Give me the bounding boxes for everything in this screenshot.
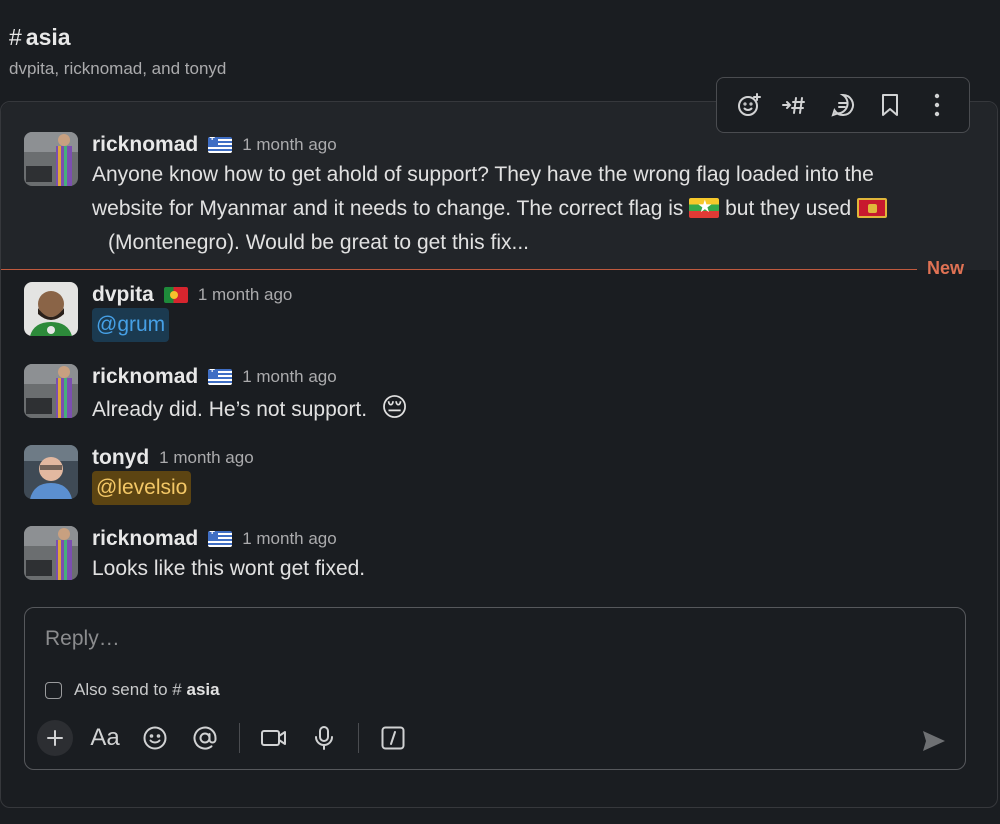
video-icon[interactable] — [252, 716, 296, 760]
also-send-label: Also send to — [74, 680, 168, 699]
more-actions-icon[interactable] — [919, 87, 955, 123]
also-send-option: Also send to # asia — [45, 680, 220, 700]
timestamp[interactable]: 1 month ago — [242, 135, 337, 155]
avatar[interactable] — [24, 526, 78, 580]
message-text: Already did. He’s not support. 😔 — [92, 392, 409, 422]
message-text: @levelsio — [92, 471, 254, 505]
message-text: Anyone know how to get ahold of support?… — [92, 158, 982, 260]
bookmark-icon[interactable] — [872, 87, 908, 123]
pensive-face-emoji: 😔 — [380, 392, 409, 422]
author-name[interactable]: ricknomad — [92, 133, 198, 157]
user-mention[interactable]: @levelsio — [92, 471, 192, 505]
emoji-icon[interactable] — [133, 716, 177, 760]
hash-icon: # — [172, 680, 182, 699]
greece-flag-icon — [208, 137, 233, 153]
montenegro-flag-icon — [857, 198, 888, 218]
message-text: @grum — [92, 308, 292, 342]
forward-to-channel-icon[interactable] — [778, 87, 814, 123]
avatar[interactable] — [24, 445, 78, 499]
also-send-checkbox[interactable] — [45, 681, 62, 699]
hash-icon: # — [9, 24, 22, 50]
reply-composer: Also send to # asia Aa — [24, 607, 966, 770]
user-mention[interactable]: @grum — [92, 308, 170, 342]
new-messages-divider — [1, 269, 917, 270]
message-item: tonyd 1 month ago @levelsio — [24, 445, 254, 505]
channel-header: # asia dvpita, ricknomad, and tonyd — [9, 24, 226, 79]
microphone-icon[interactable] — [302, 716, 346, 760]
format-text-icon[interactable]: Aa — [83, 716, 127, 760]
author-name[interactable]: ricknomad — [92, 527, 198, 551]
message-item: ricknomad 1 month ago Anyone know how to… — [24, 132, 982, 260]
greece-flag-icon — [208, 531, 233, 547]
author-name[interactable]: dvpita — [92, 283, 154, 307]
message-item: ricknomad 1 month ago Already did. He’s … — [24, 364, 408, 427]
channel-title[interactable]: # asia — [9, 24, 226, 51]
timestamp[interactable]: 1 month ago — [242, 529, 337, 549]
composer-toolbar: Aa — [37, 716, 415, 760]
timestamp[interactable]: 1 month ago — [159, 448, 254, 468]
toolbar-separator — [358, 723, 359, 753]
add-reaction-icon[interactable] — [731, 87, 767, 123]
timestamp[interactable]: 1 month ago — [198, 285, 293, 305]
toolbar-separator — [239, 723, 240, 753]
send-icon[interactable] — [919, 726, 949, 756]
avatar[interactable] — [24, 132, 78, 186]
avatar[interactable] — [24, 364, 78, 418]
plus-icon[interactable] — [37, 720, 73, 756]
reply-input[interactable] — [43, 626, 927, 652]
timestamp[interactable]: 1 month ago — [242, 367, 337, 387]
reply-in-thread-icon[interactable] — [825, 87, 861, 123]
myanmar-flag-icon — [689, 198, 720, 218]
avatar[interactable] — [24, 282, 78, 336]
mention-icon[interactable] — [183, 716, 227, 760]
channel-name: asia — [25, 24, 71, 50]
message-text: Looks like this wont get fixed. — [92, 557, 366, 580]
new-messages-label: New — [927, 258, 965, 278]
thread-panel: ricknomad 1 month ago Anyone know how to… — [0, 101, 998, 808]
message-actions-toolbar — [716, 77, 970, 133]
slash-command-icon[interactable] — [371, 716, 415, 760]
message-item: dvpita 1 month ago @grum — [24, 282, 292, 342]
message-item: ricknomad 1 month ago Looks like this wo… — [24, 526, 365, 586]
greece-flag-icon — [208, 369, 233, 385]
author-name[interactable]: ricknomad — [92, 365, 198, 389]
portugal-flag-icon — [163, 287, 188, 303]
channel-members[interactable]: dvpita, ricknomad, and tonyd — [9, 59, 226, 79]
author-name[interactable]: tonyd — [92, 446, 149, 470]
also-send-channel: asia — [186, 680, 220, 699]
